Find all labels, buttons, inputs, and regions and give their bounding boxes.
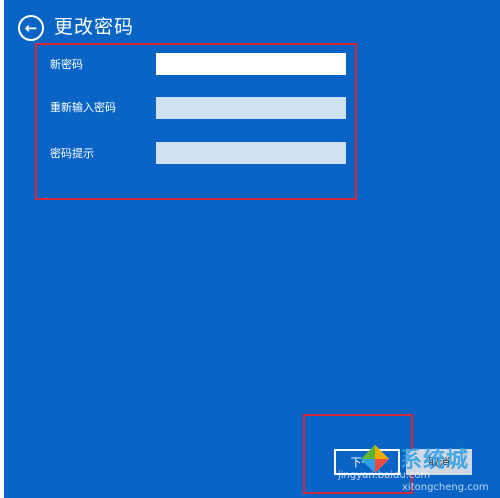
change-password-window: ← 更改密码 新密码 重新输入密码 密码提示 下一步 取消 系统城 jingya… <box>4 0 500 498</box>
new-password-label: 新密码 <box>50 58 83 71</box>
new-password-input[interactable] <box>156 53 346 75</box>
password-hint-label: 密码提示 <box>50 147 94 160</box>
back-arrow-icon[interactable]: ← <box>18 15 44 41</box>
password-hint-input[interactable] <box>156 142 346 164</box>
watermark-url: xitongcheng.com <box>402 482 489 493</box>
reenter-password-input[interactable] <box>156 97 346 119</box>
reenter-password-label: 重新输入密码 <box>50 101 116 114</box>
page-title: 更改密码 <box>54 16 135 38</box>
watermark-baidu-url: jingyan.baidu.com <box>338 470 431 481</box>
